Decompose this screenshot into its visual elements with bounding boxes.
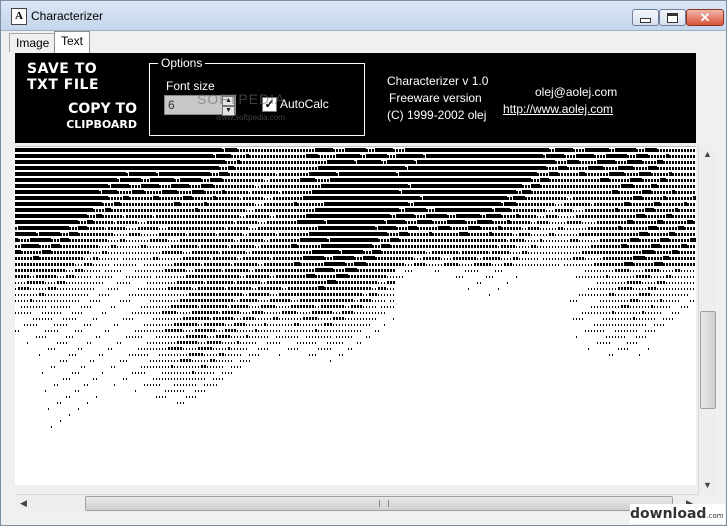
app-window: A Characterizer ✕ Image Text Save to TXT… xyxy=(0,0,727,526)
minimize-button[interactable] xyxy=(632,9,659,26)
scroll-left-icon[interactable]: ◀ xyxy=(15,495,32,512)
download-logo-suffix: .com xyxy=(706,512,724,520)
ascii-output-area[interactable] xyxy=(15,146,696,485)
download-logo: download xyxy=(630,506,707,522)
scroll-down-icon[interactable]: ▼ xyxy=(699,477,716,494)
maximize-icon xyxy=(667,12,678,23)
vertical-scrollbar[interactable]: ▲ ▼ xyxy=(698,146,716,495)
website-link[interactable]: http://www.aolej.com xyxy=(503,101,617,118)
close-button[interactable]: ✕ xyxy=(686,9,724,26)
save-label-line2: TXT File xyxy=(27,77,100,93)
copyright: (C) 1999-2002 olej xyxy=(387,108,487,122)
vertical-scroll-thumb[interactable] xyxy=(700,311,716,409)
save-to-txt-button[interactable]: Save to TXT File xyxy=(27,61,102,93)
tab-text[interactable]: Text xyxy=(54,31,91,53)
close-icon: ✕ xyxy=(699,10,711,25)
email: olej@aolej.com xyxy=(535,85,618,99)
ascii-art-render xyxy=(15,148,696,428)
freeware-label: Freeware version xyxy=(389,91,482,105)
softpedia-watermark: SOFTPEDIA xyxy=(197,91,286,107)
scroll-up-icon[interactable]: ▲ xyxy=(699,146,716,163)
scroll-grip-icon xyxy=(379,500,389,507)
font-size-value[interactable]: 6 xyxy=(168,98,175,112)
window-title: Characterizer xyxy=(31,9,104,23)
autocalc-label[interactable]: AutoCalc xyxy=(280,97,329,111)
copy-label-line2: Clipboard xyxy=(66,118,137,131)
download-watermark: download.com xyxy=(630,504,725,524)
copy-to-clipboard-button[interactable]: Copy to Clipboard xyxy=(47,101,137,133)
minimize-icon xyxy=(640,17,651,23)
app-version: Characterizer v 1.0 xyxy=(387,74,489,88)
softpedia-url-watermark: www.softpedia.com xyxy=(216,113,285,122)
app-info: Characterizer v 1.0 Freeware version (C)… xyxy=(387,73,488,124)
options-legend: Options xyxy=(158,56,206,70)
contact-info: olej@aolej.com http://www.aolej.com xyxy=(503,84,617,118)
maximize-button[interactable] xyxy=(659,9,686,26)
tab-image[interactable]: Image xyxy=(9,33,57,52)
horizontal-scroll-thumb[interactable] xyxy=(85,496,673,511)
save-label-line1: Save to xyxy=(27,61,98,77)
horizontal-scrollbar[interactable]: ◀ ▶ xyxy=(15,494,698,512)
copy-label-line1: Copy to xyxy=(68,101,137,117)
toolbar-panel: Save to TXT File Copy to Clipboard Optio… xyxy=(15,53,696,143)
app-icon: A xyxy=(11,8,27,25)
title-bar[interactable]: A Characterizer ✕ xyxy=(1,1,726,31)
